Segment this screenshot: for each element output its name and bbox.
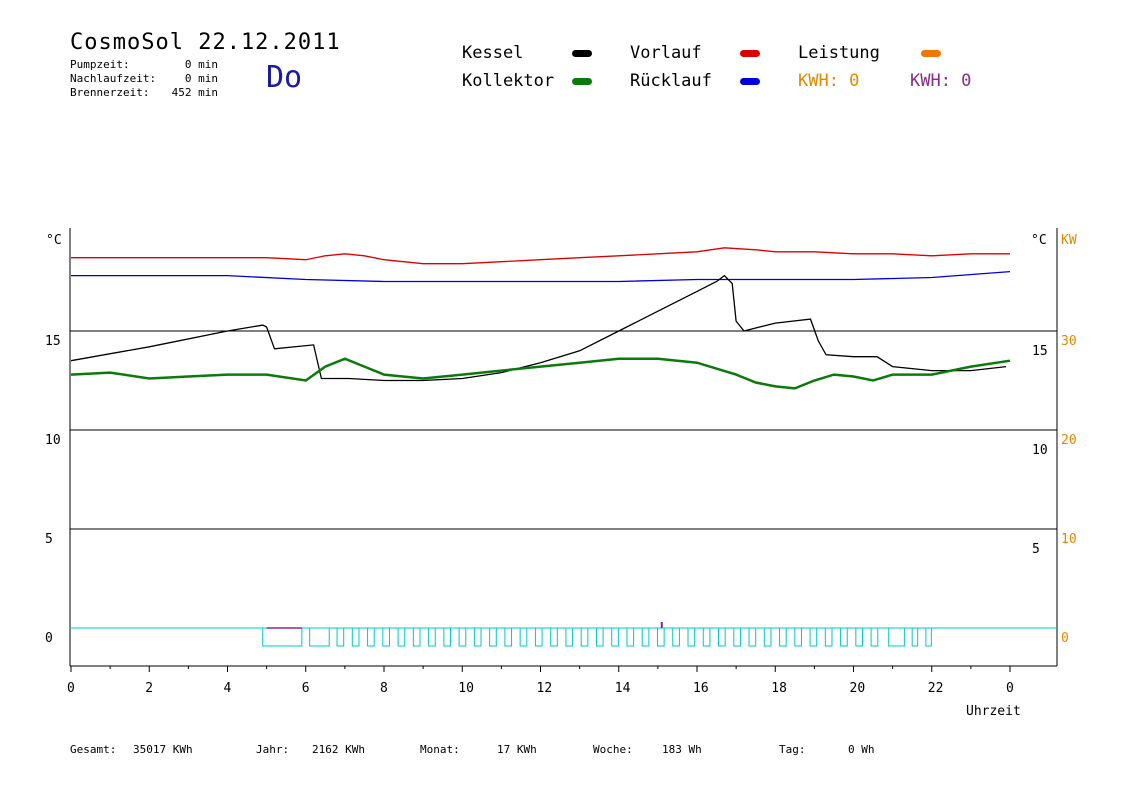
y-right-tick-10: 10	[1032, 443, 1048, 458]
y-left-unit: °C	[46, 233, 62, 248]
pump-pulse	[397, 627, 406, 647]
pump-pulse	[656, 627, 665, 647]
y-right-tick-15: 15	[1032, 344, 1048, 359]
pump-pulse	[595, 627, 604, 647]
pump-pulse	[888, 627, 905, 647]
pump-pulse	[382, 627, 390, 647]
footer-tag-label: Tag:	[779, 743, 806, 756]
pump-pulse	[824, 627, 833, 647]
pump-pulse	[794, 627, 802, 647]
footer-woche-label: Woche:	[593, 743, 633, 756]
x-tick-label-0: 0	[67, 681, 75, 696]
y-kw-tick-10: 10	[1061, 532, 1077, 547]
pump-pulse	[641, 627, 650, 647]
pump-pulse	[779, 627, 787, 647]
footer-woche-value: 183 Wh	[662, 743, 702, 756]
y-right-unit: °C	[1031, 233, 1047, 248]
pump-pulse	[702, 627, 711, 647]
pump-pulse	[911, 627, 919, 647]
pump-pulse	[351, 627, 360, 647]
pump-pulse	[262, 627, 303, 647]
pump-pulse	[855, 627, 863, 647]
pump-pulse	[672, 627, 680, 647]
footer-jahr-label: Jahr:	[256, 743, 290, 756]
pump-pulse	[367, 627, 375, 647]
pump-pulse	[428, 627, 436, 647]
pump-pulse	[504, 627, 513, 647]
pump-pulse	[550, 627, 558, 647]
pump-pulse	[748, 627, 757, 647]
x-tick-label-5: 10	[458, 681, 474, 696]
footer-tag-value: 0 Wh	[848, 743, 875, 756]
y-left-tick-10: 10	[45, 433, 61, 448]
pump-pulse	[626, 627, 635, 647]
x-tick-label-10: 20	[850, 681, 866, 696]
x-tick-label-7: 14	[615, 681, 631, 696]
pump-pulse	[809, 627, 818, 647]
pump-pulse	[733, 627, 741, 647]
series-line-2	[70, 274, 1007, 382]
pump-pulse	[687, 627, 696, 647]
footer-gesamt-label: Gesamt:	[70, 743, 117, 756]
pump-pulse	[611, 627, 619, 647]
series-line-0	[71, 247, 1010, 265]
pump-pulse	[489, 627, 497, 647]
footer-jahr-value: 2162 KWh	[312, 743, 365, 756]
y-left-tick-5: 5	[45, 532, 53, 547]
x-tick-label-8: 16	[693, 681, 709, 696]
pump-pulse	[580, 627, 589, 647]
x-tick-label-4: 8	[380, 681, 388, 696]
x-tick-label-1: 2	[145, 681, 153, 696]
y-right-kw-unit: KW	[1061, 233, 1077, 248]
footer-monat-label: Monat:	[420, 743, 460, 756]
pump-pulse	[870, 627, 879, 647]
footer-monat-value: 17 KWh	[497, 743, 537, 756]
pump-pulse	[763, 627, 772, 647]
x-tick-label-9: 18	[771, 681, 787, 696]
pump-pulse	[309, 627, 330, 647]
pump-pulse	[925, 627, 932, 647]
pump-pulse	[458, 627, 467, 647]
x-axis-label: Uhrzeit	[966, 704, 1021, 719]
y-left-tick-0: 0	[45, 631, 53, 646]
y-kw-tick-20: 20	[1061, 433, 1077, 448]
x-tick-label-11: 22	[928, 681, 944, 696]
pump-pulse	[718, 627, 726, 647]
pump-pulse	[565, 627, 574, 647]
pump-pulse	[840, 627, 848, 647]
pump-pulse	[519, 627, 528, 647]
y-kw-tick-0: 0	[1061, 631, 1069, 646]
y-left-tick-15: 15	[45, 334, 61, 349]
pump-pulse	[443, 627, 452, 647]
y-kw-tick-30: 30	[1061, 334, 1077, 349]
x-tick-label-3: 6	[302, 681, 310, 696]
series-line-1	[71, 270, 1011, 283]
pump-pulse	[473, 627, 482, 647]
footer-gesamt-value: 35017 KWh	[133, 743, 193, 756]
pump-pulse	[412, 627, 421, 647]
y-right-tick-5: 5	[1032, 542, 1040, 557]
temperature-chart: °C °C KW 0 5 10 15 5 10 15 0 10 20 30 0 2 4 6 8 10 12 14 16 18 2…	[45, 228, 1077, 719]
pump-pulse	[534, 627, 543, 647]
x-tick-label-2: 4	[224, 681, 232, 696]
x-tick-label-6: 12	[537, 681, 553, 696]
x-tick-label-12: 0	[1006, 681, 1014, 696]
pump-pulse	[336, 627, 345, 647]
